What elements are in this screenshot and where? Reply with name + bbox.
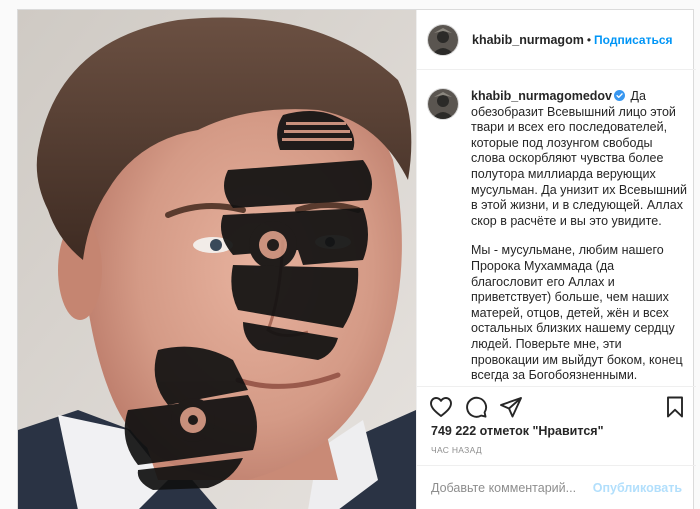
likes-count[interactable]: 749 222 отметок "Нравится" — [431, 424, 604, 438]
caption-text: khabib_nurmagomedov Да обезобразит Всевы… — [471, 89, 689, 384]
bookmark-icon[interactable] — [663, 395, 687, 419]
post-side-panel: khabib_nurmagom • Подписаться khabib_nur… — [416, 10, 696, 509]
caption-avatar[interactable] — [427, 88, 459, 120]
header-username[interactable]: khabib_nurmagom — [472, 33, 584, 47]
share-icon[interactable] — [499, 395, 523, 419]
caption-username[interactable]: khabib_nurmagomedov — [471, 89, 612, 103]
instagram-post: khabib_nurmagom • Подписаться khabib_nur… — [17, 9, 696, 509]
avatar[interactable] — [427, 23, 459, 56]
avatar-image — [428, 89, 458, 119]
comment-input[interactable] — [431, 481, 593, 495]
heart-icon[interactable] — [429, 395, 453, 419]
publish-button[interactable]: Опубликовать — [593, 481, 682, 495]
comment-bar: Опубликовать — [417, 465, 696, 509]
caption-gap — [471, 229, 689, 243]
avatar-image — [428, 24, 458, 55]
caption-paragraph-2: Мы - мусульмане, любим нашего Пророка Му… — [471, 243, 683, 383]
follow-button[interactable]: Подписаться — [594, 33, 672, 47]
action-bar — [429, 395, 687, 421]
caption-paragraph-1: Да обезобразит Всевышний лицо этой твари… — [471, 89, 687, 228]
verified-badge-icon — [614, 90, 625, 101]
post-timestamp[interactable]: ЧАС НАЗАД — [431, 445, 482, 455]
comment-icon[interactable] — [464, 395, 488, 419]
post-image[interactable] — [18, 10, 416, 509]
header-separator: • — [586, 32, 592, 47]
caption-area: khabib_nurmagomedov Да обезобразит Всевы… — [417, 71, 696, 386]
post-header: khabib_nurmagom • Подписаться — [417, 10, 696, 70]
post-photo-illustration — [18, 10, 416, 509]
